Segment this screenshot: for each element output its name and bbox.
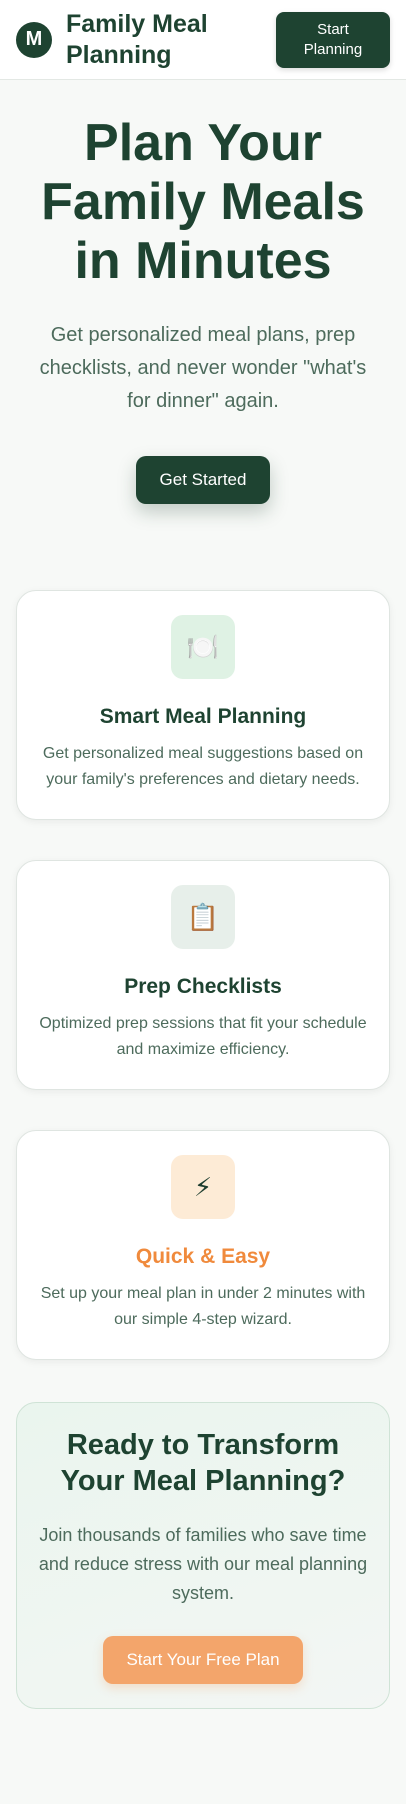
cta-text: Join thousands of families who save time… [38, 1525, 368, 1603]
feature-card-prep-checklists: 📋 Prep Checklists Optimized prep session… [16, 860, 390, 1090]
logo: M [16, 21, 52, 58]
features-section: 🍽️ Smart Meal Planning Get personalized … [0, 590, 406, 1360]
hero-subtitle: Get personalized meal plans, prep checkl… [39, 324, 367, 412]
hero-title: Plan Your Family Meals in Minutes [41, 114, 365, 290]
lightning-icon: ⚡ [171, 1155, 235, 1219]
feature-description: Optimized prep sessions that fit your sc… [39, 1015, 367, 1058]
site-header: M Family Meal Planning Start Planning [0, 0, 406, 80]
feature-card-quick-easy: ⚡ Quick & Easy Set up your meal plan in … [16, 1130, 390, 1360]
feature-title: Smart Meal Planning [99, 705, 307, 728]
get-started-button[interactable]: Get Started [136, 456, 270, 504]
feature-title: Quick & Easy [135, 1245, 271, 1268]
cta-title: Ready to Transform Your Meal Planning? [60, 1429, 346, 1497]
plate-icon: 🍽️ [171, 615, 235, 679]
hero-section: Plan Your Family Meals in Minutes Get pe… [0, 80, 406, 504]
start-free-plan-button[interactable]: Start Your Free Plan [103, 1636, 303, 1684]
feature-description: Get personalized meal suggestions based … [42, 745, 364, 788]
feature-title: Prep Checklists [124, 975, 282, 998]
start-planning-button[interactable]: Start Planning [276, 12, 390, 68]
feature-card-smart-meal-planning: 🍽️ Smart Meal Planning Get personalized … [16, 590, 390, 820]
feature-description: Set up your meal plan in under 2 minutes… [40, 1285, 366, 1328]
brand-name: Family Meal Planning [66, 9, 208, 69]
cta-section: Ready to Transform Your Meal Planning? J… [16, 1402, 390, 1709]
clipboard-icon: 📋 [171, 885, 235, 949]
